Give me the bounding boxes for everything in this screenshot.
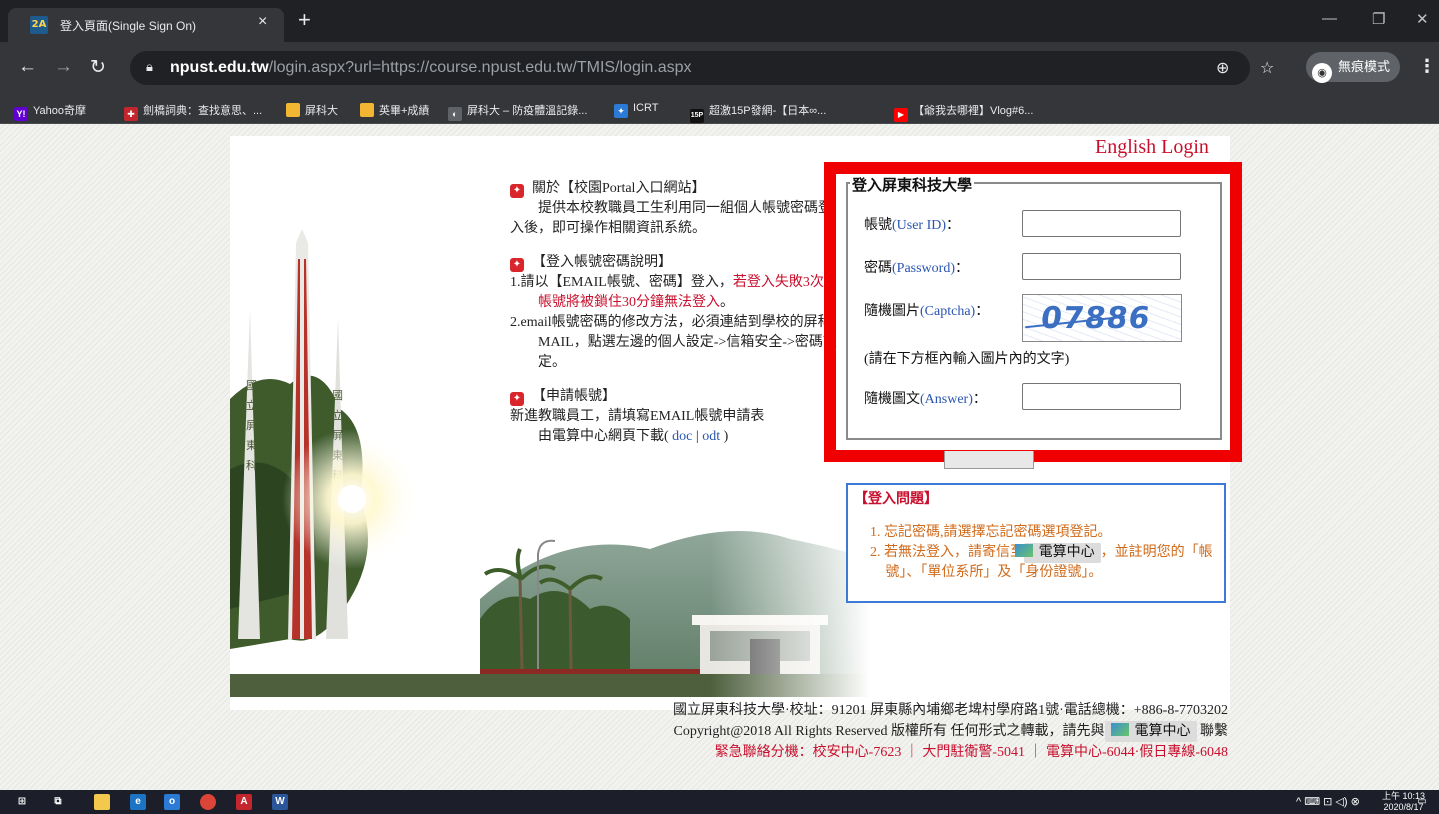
account-help-item-2: 2.email帳號密碼的修改方法，必須連結到學校的屏科MAIL，點選左邊的個人設… bbox=[510, 315, 837, 370]
user-id-label: 帳號(User ID)： bbox=[864, 218, 961, 233]
problem-item-1: 1. 忘記密碼,請選擇忘記密碼選項登記。 bbox=[870, 525, 1112, 540]
bookmark-item[interactable]: 屏科大 bbox=[286, 102, 338, 118]
login-problem-box: 【登入問題】 1. 忘記密碼,請選擇忘記密碼選項登記。 2. 若無法登入，請寄信… bbox=[846, 483, 1226, 603]
login-legend: 登入屏東科技大學 bbox=[850, 174, 975, 195]
browser-toolbar: ← → ↻ 🔒︎ npust.edu.tw/login.aspx?url=htt… bbox=[0, 42, 1439, 96]
portal-title: 關於【校園Portal入口網站】 bbox=[532, 181, 706, 196]
apply-section: ✦ 【申請帳號】 新進教職員工，請填寫EMAIL帳號申請表 由電算中心網頁下載( … bbox=[510, 387, 840, 447]
bookmark-item[interactable]: ✦ ICRT bbox=[614, 102, 658, 118]
new-tab-button[interactable]: + bbox=[298, 9, 311, 31]
portal-section: ✦ 關於【校園Portal入口網站】 提供本校教職員工生利用同一組個人帳號密碼登入… bbox=[510, 179, 840, 239]
answer-label: 隨機圖文(Answer)： bbox=[864, 392, 987, 407]
password-input[interactable] bbox=[1022, 253, 1181, 280]
apply-title: 【申請帳號】 bbox=[532, 389, 616, 404]
user-id-input[interactable] bbox=[1022, 210, 1181, 237]
forward-icon[interactable]: → bbox=[54, 56, 73, 78]
captcha-label: 隨機圖片(Captcha)： bbox=[864, 304, 990, 319]
url-text: npust.edu.tw/login.aspx?url=https://cour… bbox=[170, 59, 692, 76]
computer-center-link[interactable]: 電算中心 bbox=[1014, 543, 1101, 563]
star-icon[interactable]: ☆ bbox=[1260, 58, 1274, 78]
system-tray[interactable]: ^ ⌨ ⊡ ◁) ⊗ bbox=[1296, 795, 1360, 808]
apply-line-1: 新進教職員工，請填寫EMAIL帳號申請表 bbox=[510, 409, 765, 424]
incognito-icon: ◉ bbox=[1312, 63, 1332, 83]
bookmark-item[interactable]: 15P 超激15P發網-【日本∞... bbox=[690, 102, 826, 123]
acrobat-icon[interactable]: A bbox=[236, 794, 252, 810]
browser-tab-strip: 2A 登入頁面(Single Sign On) × + — ❐ ✕ bbox=[0, 0, 1439, 42]
apply-line-2: 由電算中心網頁下載( doc | odt ) bbox=[538, 429, 729, 444]
incognito-label: 無痕模式 bbox=[1338, 59, 1391, 74]
answer-input[interactable] bbox=[1022, 383, 1181, 410]
footer-address: 國立屏東科技大學·校址：91201 屏東縣內埔鄉老埤村學府路1號·電話總機：+8… bbox=[672, 703, 1228, 718]
minimize-icon[interactable]: — bbox=[1322, 10, 1337, 27]
footer-copyright: Copyright@2018 All Rights Reserved 版權所有 … bbox=[673, 721, 1228, 742]
bullet-icon: ✦ bbox=[510, 258, 524, 272]
account-help-title: 【登入帳號密碼說明】 bbox=[532, 255, 672, 270]
incognito-badge[interactable]: ◉ 無痕模式 bbox=[1306, 52, 1401, 83]
file-explorer-icon[interactable] bbox=[94, 794, 110, 810]
chrome-icon[interactable] bbox=[200, 794, 216, 810]
lock-icon[interactable]: 🔒︎ bbox=[146, 59, 153, 75]
captcha-text: 07886 bbox=[1038, 301, 1153, 336]
bullet-icon: ✦ bbox=[510, 392, 524, 406]
bookmarks-bar: Y! Yahoo奇摩 ✚ 劍橋詞典：查找意思、... 屏科大 英畢+成績 ◐ 屏科大 … bbox=[0, 96, 1439, 124]
word-icon[interactable]: W bbox=[272, 794, 288, 810]
yahoo-icon: Y! bbox=[14, 107, 28, 121]
odt-link[interactable]: odt bbox=[702, 429, 720, 444]
folder-icon bbox=[360, 103, 374, 117]
computer-center-icon bbox=[1110, 723, 1129, 736]
problem-title: 【登入問題】 bbox=[854, 492, 938, 507]
close-window-icon[interactable]: ✕ bbox=[1416, 10, 1429, 28]
login-button[interactable] bbox=[944, 451, 1034, 469]
password-label: 密碼(Password)： bbox=[864, 261, 969, 276]
captcha-image[interactable]: 07886 bbox=[1022, 294, 1182, 342]
address-bar[interactable]: 🔒︎ npust.edu.tw/login.aspx?url=https://c… bbox=[130, 51, 1274, 85]
page-background: 國立屏東科 國立屏東科 English Login ✦關於【校園Portal入口… bbox=[0, 124, 1439, 790]
folder-icon bbox=[286, 103, 300, 117]
cambridge-icon: ✚ bbox=[124, 107, 138, 121]
footer-emergency: 緊急聯絡分機：校安中心-7623 ｜ 大門駐衛警-5041 ｜ 電算中心-604… bbox=[714, 745, 1228, 760]
menu-icon[interactable]: ⋮ bbox=[1418, 56, 1436, 77]
windows-taskbar: ⊞ ⧉ e o A W ^ ⌨ ⊡ ◁) ⊗ 上午 10:13 2020/8/1… bbox=[0, 790, 1439, 814]
bookmark-item[interactable]: ◐ 屏科大 – 防疫體溫記錄... bbox=[448, 102, 587, 121]
captcha-hint: (請在下方框內輸入圖片內的文字) bbox=[864, 352, 1070, 367]
bookmark-item[interactable]: Y! Yahoo奇摩 bbox=[14, 102, 86, 121]
computer-center-icon bbox=[1014, 544, 1033, 557]
english-login-link[interactable]: English Login bbox=[1095, 136, 1209, 159]
forgot-password-link[interactable] bbox=[1038, 451, 1128, 465]
notification-icon[interactable]: ▭ bbox=[1414, 794, 1430, 810]
icrt-icon: ✦ bbox=[614, 104, 628, 118]
problem-item-2: 2. 若無法登入，請寄信至 電算中心 ，並註明您的「帳號」、「單位系所」及「身份證號… bbox=[870, 543, 1213, 580]
account-help-section: ✦ 【登入帳號密碼說明】 1.請以【EMAIL帳號、密碼】登入，若登入失敗3次，帳… bbox=[510, 253, 840, 373]
computer-center-link[interactable]: 電算中心 bbox=[1104, 721, 1197, 742]
15p-icon: 15P bbox=[690, 109, 704, 123]
youtube-icon: ▶ bbox=[894, 108, 908, 122]
doc-link[interactable]: doc bbox=[672, 429, 692, 444]
account-help-item-1: 1.請以【EMAIL帳號、密碼】登入，若登入失敗3次，帳號將被鎖住30分鐘無法登… bbox=[510, 275, 838, 310]
problem-list: 1. 忘記密碼,請選擇忘記密碼選項登記。 2. 若無法登入，請寄信至 電算中心 ，並… bbox=[870, 523, 1220, 583]
bookmark-item[interactable]: ▶ 【爺我去哪裡】Vlog#6... bbox=[894, 102, 1033, 122]
task-view-icon[interactable]: ⧉ bbox=[50, 794, 66, 810]
bookmark-item[interactable]: ✚ 劍橋詞典：查找意思、... bbox=[124, 102, 262, 121]
bullet-icon: ✦ bbox=[510, 184, 524, 198]
reload-icon[interactable]: ↻ bbox=[90, 56, 106, 79]
edge-icon[interactable]: e bbox=[130, 794, 146, 810]
tab-title: 登入頁面(Single Sign On) bbox=[60, 19, 197, 33]
browser-tab-active[interactable]: 2A 登入頁面(Single Sign On) × bbox=[8, 8, 284, 42]
close-tab-icon[interactable]: × bbox=[258, 13, 267, 31]
portal-body: 提供本校教職員工生利用同一組個人帳號密碼登入後，即可操作相關資訊系統。 bbox=[510, 201, 832, 236]
page-footer: 國立屏東科技大學·校址：91201 屏東縣內埔鄉老埤村學府路1號·電話總機：+8… bbox=[673, 700, 1228, 763]
site-favicon-icon: 2A bbox=[30, 16, 48, 34]
info-section: ✦ 關於【校園Portal入口網站】 提供本校教職員工生利用同一組個人帳號密碼登入… bbox=[510, 179, 840, 461]
zoom-icon[interactable]: ⊕ bbox=[1216, 58, 1229, 78]
outlook-icon[interactable]: o bbox=[164, 794, 180, 810]
back-icon[interactable]: ← bbox=[18, 56, 37, 78]
bookmark-item[interactable]: 英畢+成績 bbox=[360, 102, 429, 118]
start-icon[interactable]: ⊞ bbox=[14, 794, 30, 810]
globe-icon: ◐ bbox=[448, 107, 462, 121]
maximize-icon[interactable]: ❐ bbox=[1372, 10, 1385, 28]
